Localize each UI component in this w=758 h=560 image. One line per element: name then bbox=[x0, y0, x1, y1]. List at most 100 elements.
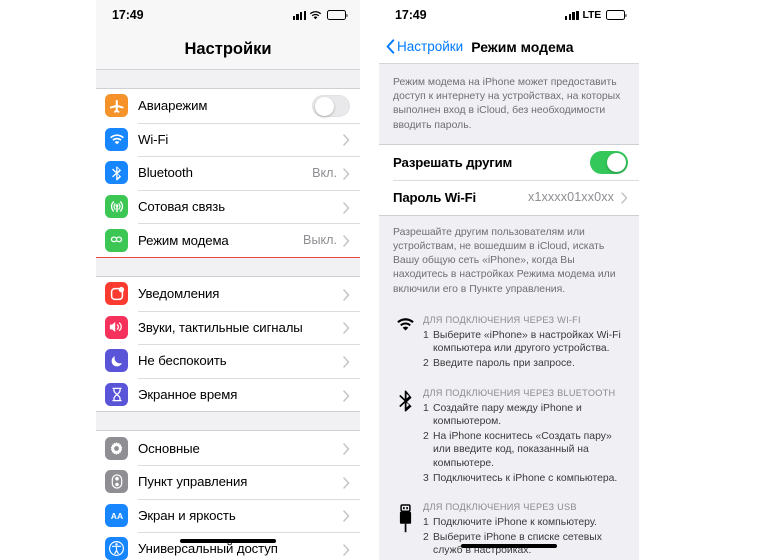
instruction-step: 1 Создайте пару между iPhone и компьютер… bbox=[423, 402, 625, 429]
sidebar-item-general[interactable]: Основные bbox=[96, 431, 360, 465]
step-text: Подключите iPhone к компьютеру. bbox=[433, 517, 597, 529]
row-label: Авиарежим bbox=[138, 98, 208, 114]
sidebar-item-accessibility[interactable]: Универсальный доступ bbox=[96, 532, 360, 560]
instruction-step: 2 На iPhone коснитесь «Создать пару» или… bbox=[423, 430, 625, 471]
accessibility-icon bbox=[105, 537, 128, 560]
instruction-block-bluetooth: ДЛЯ ПОДКЛЮЧЕНИЯ ЧЕРЕЗ BLUETOOTH 1 Создай… bbox=[379, 388, 639, 487]
row-label: Уведомления bbox=[138, 286, 220, 302]
usb-cable-icon bbox=[391, 502, 419, 559]
status-indicators: LTE bbox=[565, 9, 627, 21]
row-label: Сотовая связь bbox=[138, 199, 226, 215]
row-label: Универсальный доступ bbox=[138, 541, 278, 557]
gear-icon bbox=[105, 436, 128, 460]
battery-icon bbox=[327, 10, 348, 20]
right-phone-screen: 17:49 LTE Настройки Режим модема Режим м… bbox=[379, 0, 639, 560]
chevron-right-icon bbox=[343, 355, 350, 368]
moon-icon bbox=[105, 349, 128, 373]
allow-others-toggle[interactable] bbox=[590, 151, 628, 174]
left-status-bar: 17:49 bbox=[96, 0, 360, 30]
back-button[interactable]: Настройки bbox=[386, 39, 463, 54]
sidebar-item-wifi[interactable]: Wi-Fi bbox=[96, 122, 360, 157]
hotspot-icon bbox=[105, 228, 128, 252]
step-number: 1 bbox=[423, 329, 429, 341]
row-label: Основные bbox=[138, 440, 200, 456]
page-title: Настройки bbox=[96, 30, 360, 70]
sidebar-item-airplane-mode[interactable]: Авиарежим bbox=[96, 89, 360, 123]
chevron-right-icon bbox=[343, 442, 350, 455]
row-label: Экран и яркость bbox=[138, 507, 236, 523]
chevron-right-icon bbox=[343, 543, 350, 556]
sidebar-item-sounds[interactable]: Звуки, тактильные сигналы bbox=[96, 310, 360, 345]
status-indicators bbox=[292, 10, 348, 20]
airplane-mode-toggle[interactable] bbox=[312, 94, 350, 118]
navigation-bar: Настройки Режим модема bbox=[379, 30, 639, 64]
step-text: Выберите «iPhone» в настройках Wi-Fi ком… bbox=[433, 329, 621, 355]
home-indicator bbox=[180, 538, 276, 543]
sidebar-item-do-not-disturb[interactable]: Не беспокоить bbox=[96, 344, 360, 378]
row-label: Не беспокоить bbox=[138, 353, 227, 369]
chevron-right-icon bbox=[621, 191, 628, 205]
step-number: 3 bbox=[423, 472, 429, 484]
cellular-icon bbox=[105, 195, 128, 219]
right-status-bar: 17:49 LTE bbox=[379, 0, 639, 30]
chevron-right-icon bbox=[343, 321, 350, 335]
hotspot-description: Режим модема на iPhone может предоставит… bbox=[393, 77, 621, 131]
instruction-title: ДЛЯ ПОДКЛЮЧЕНИЯ ЧЕРЕЗ WI-FI bbox=[423, 314, 581, 325]
row-label: Звуки, тактильные сигналы bbox=[138, 319, 303, 335]
sidebar-item-notifications[interactable]: Уведомления bbox=[96, 276, 360, 311]
instruction-step: 1 Выберите «iPhone» в настройках Wi-Fi к… bbox=[423, 329, 625, 356]
step-number: 2 bbox=[423, 430, 429, 442]
sidebar-item-personal-hotspot[interactable]: Режим модема Выкл. bbox=[96, 223, 360, 258]
step-text: На iPhone коснитесь «Создать пару» или в… bbox=[433, 430, 612, 469]
step-number: 2 bbox=[423, 531, 429, 543]
settings-group-connectivity: Авиарежим Wi-Fi Bluetooth Вкл. Сотовая с… bbox=[96, 88, 360, 258]
sounds-icon bbox=[105, 315, 128, 339]
sidebar-item-screen-time[interactable]: Экранное время bbox=[96, 377, 360, 412]
sidebar-item-control-center[interactable]: Пункт управления bbox=[96, 464, 360, 499]
instruction-text: ДЛЯ ПОДКЛЮЧЕНИЯ ЧЕРЕЗ WI-FI 1 Выберите «… bbox=[419, 315, 625, 372]
instruction-step: 2 Введите пароль при запросе. bbox=[423, 357, 625, 371]
step-number: 2 bbox=[423, 358, 429, 370]
notifications-icon bbox=[105, 282, 128, 306]
signal-bars-icon bbox=[565, 10, 579, 20]
chevron-right-icon bbox=[343, 234, 350, 247]
instruction-text: ДЛЯ ПОДКЛЮЧЕНИЯ ЧЕРЕЗ USB 1 Подключите i… bbox=[419, 502, 625, 559]
row-label: Пункт управления bbox=[138, 474, 248, 490]
sidebar-item-bluetooth[interactable]: Bluetooth Вкл. bbox=[96, 156, 360, 190]
display-brightness-icon: AA bbox=[105, 503, 128, 527]
home-indicator bbox=[461, 543, 557, 548]
page-title: Режим модема bbox=[471, 38, 574, 55]
chevron-right-icon bbox=[343, 389, 350, 402]
battery-icon bbox=[606, 10, 627, 20]
control-center-icon bbox=[105, 470, 128, 494]
instruction-title: ДЛЯ ПОДКЛЮЧЕНИЯ ЧЕРЕЗ USB bbox=[423, 502, 577, 513]
row-label: Экранное время bbox=[138, 387, 238, 403]
wifi-password-value: x1xxxx01xx0xx bbox=[528, 190, 614, 205]
bluetooth-icon bbox=[105, 161, 128, 185]
row-label: Bluetooth bbox=[138, 165, 193, 181]
svg-text:AA: AA bbox=[110, 511, 122, 521]
bluetooth-icon bbox=[391, 388, 419, 487]
sidebar-item-cellular[interactable]: Сотовая связь bbox=[96, 189, 360, 224]
instruction-block-usb: ДЛЯ ПОДКЛЮЧЕНИЯ ЧЕРЕЗ USB 1 Подключите i… bbox=[379, 502, 639, 559]
allow-others-row[interactable]: Разрешать другим bbox=[379, 144, 639, 180]
step-number: 1 bbox=[423, 517, 429, 529]
back-button-label: Настройки bbox=[397, 39, 464, 54]
chevron-right-icon bbox=[343, 133, 350, 147]
hotspot-settings-group: Разрешать другим Пароль Wi-Fi x1xxxx01xx… bbox=[379, 143, 639, 216]
step-number: 1 bbox=[423, 402, 429, 414]
step-text: Введите пароль при запросе. bbox=[433, 358, 575, 370]
instruction-step: 3 Подключитесь к iPhone с компьютера. bbox=[423, 472, 625, 486]
hotspot-content: Режим модема на iPhone может предоставит… bbox=[379, 64, 639, 559]
chevron-right-icon bbox=[343, 288, 350, 301]
row-label: Разрешать другим bbox=[393, 154, 513, 170]
wifi-password-row[interactable]: Пароль Wi-Fi x1xxxx01xx0xx bbox=[379, 179, 639, 215]
chevron-right-icon bbox=[343, 201, 350, 214]
settings-group-notifications: Уведомления Звуки, тактильные сигналы Не… bbox=[96, 275, 360, 413]
chevron-right-icon bbox=[343, 476, 350, 489]
sidebar-item-display-brightness[interactable]: AA Экран и яркость bbox=[96, 498, 360, 533]
signal-bars-icon bbox=[292, 10, 306, 20]
left-phone-screen: 17:49 Настройки Авиарежим Wi-Fi Bluetoot… bbox=[96, 0, 360, 560]
row-label: Wi-Fi bbox=[138, 131, 169, 147]
chevron-right-icon bbox=[343, 509, 350, 523]
